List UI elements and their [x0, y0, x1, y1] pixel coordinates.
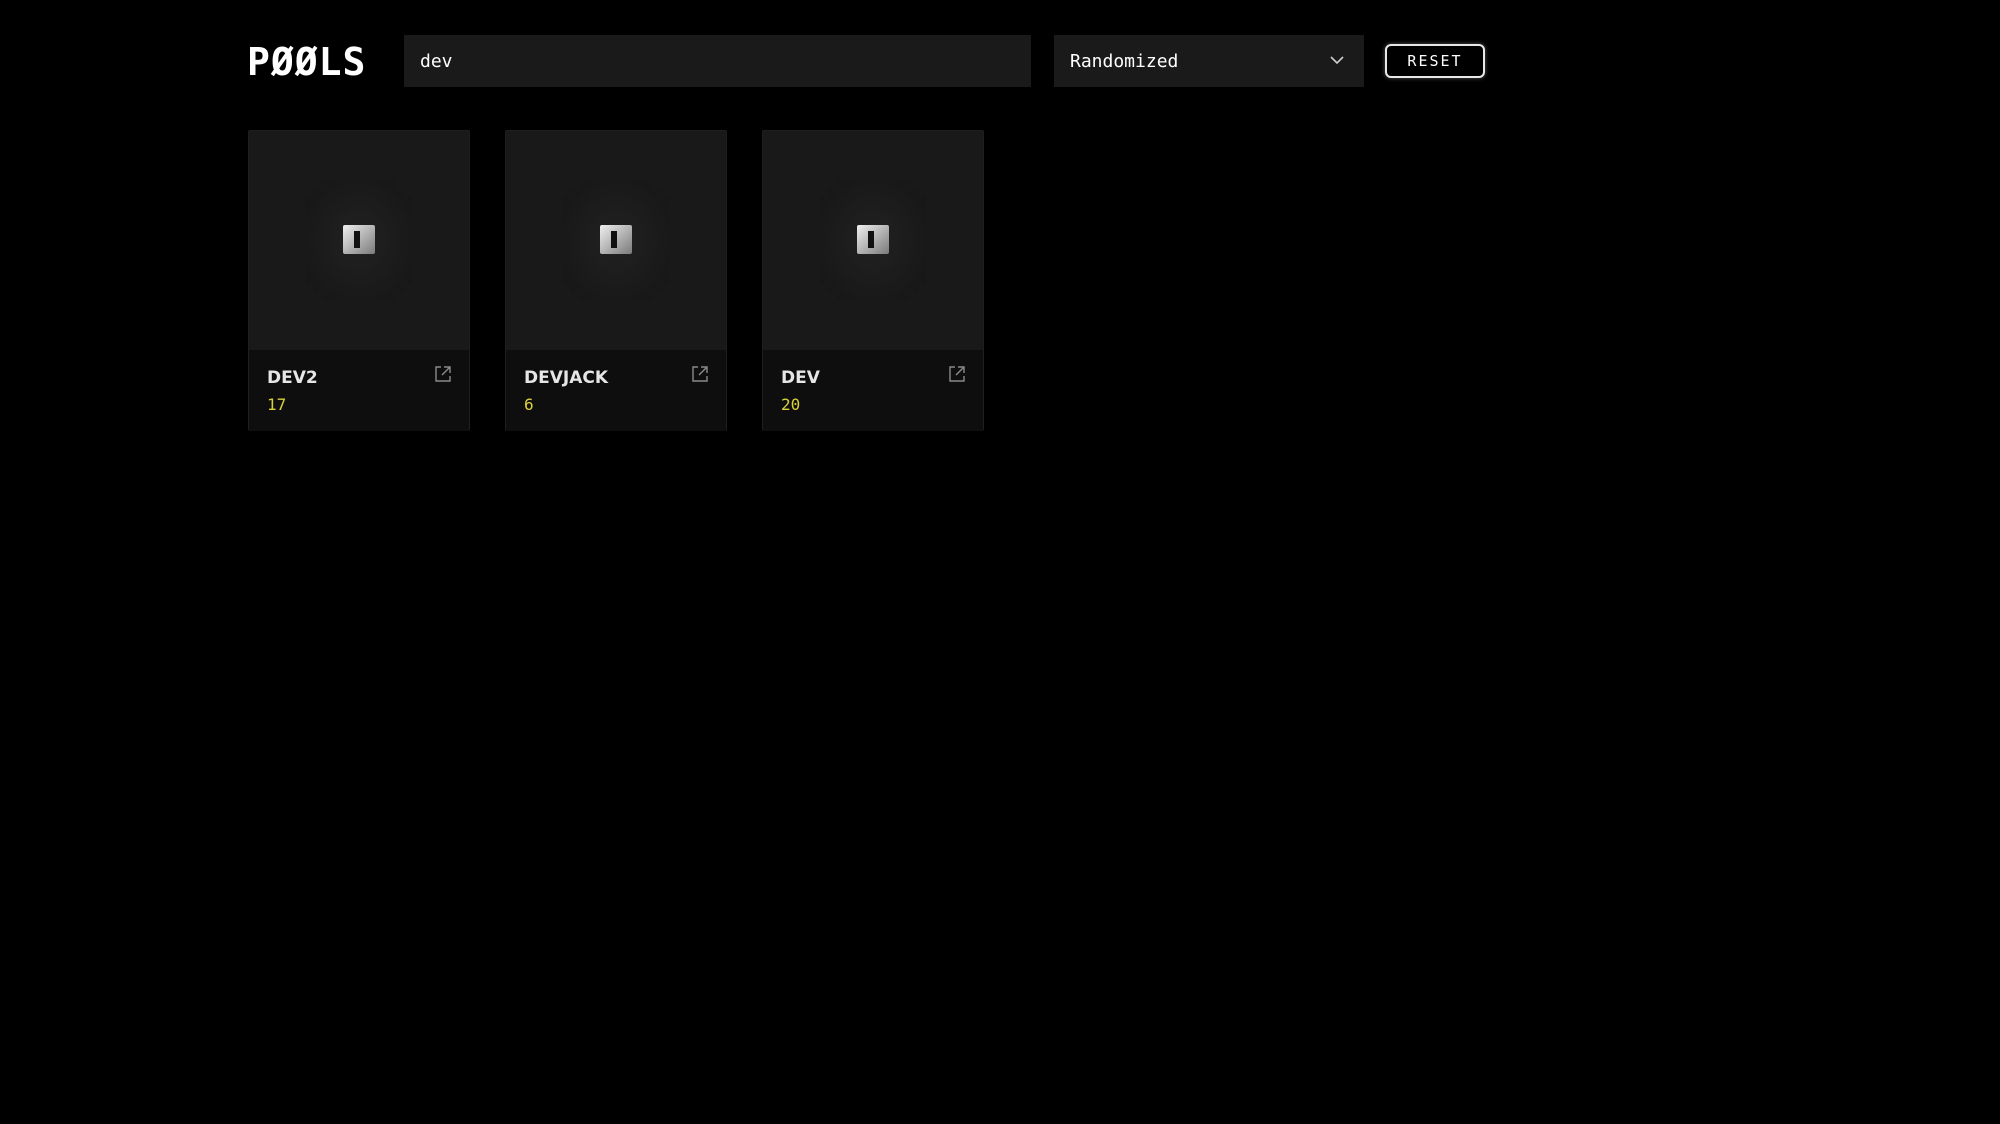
- pool-thumbnail: [506, 131, 726, 350]
- pool-name: DEV: [781, 368, 820, 388]
- logo[interactable]: PØØLS: [247, 38, 366, 86]
- sort-select[interactable]: Randomized: [1054, 35, 1364, 87]
- pool-name: DEVJACK: [524, 368, 609, 388]
- reset-button[interactable]: RESET: [1385, 44, 1485, 78]
- pool-count: 20: [781, 395, 801, 414]
- pool-count: 6: [524, 395, 534, 414]
- pool-card-footer: DEVJACK 6: [506, 350, 726, 431]
- pool-logo-icon: [506, 131, 726, 350]
- external-link-icon[interactable]: [433, 364, 453, 384]
- pool-card[interactable]: DEV 20: [762, 130, 984, 431]
- pool-count: 17: [267, 395, 287, 414]
- sort-select-value: Randomized: [1070, 50, 1179, 72]
- pools-page: PØØLS Randomized RESET: [0, 0, 2000, 1124]
- pool-card[interactable]: DEVJACK 6: [505, 130, 727, 431]
- chevron-down-icon: [1330, 56, 1344, 65]
- pool-thumbnail: [763, 131, 983, 350]
- pool-name: DEV2: [267, 368, 318, 388]
- pool-card-footer: DEV2 17: [249, 350, 469, 431]
- pool-logo-icon: [249, 131, 469, 350]
- external-link-icon[interactable]: [690, 364, 710, 384]
- pool-card[interactable]: DEV2 17: [248, 130, 470, 431]
- external-link-icon[interactable]: [947, 364, 967, 384]
- pool-thumbnail: [249, 131, 469, 350]
- pool-card-footer: DEV 20: [763, 350, 983, 431]
- search-input[interactable]: [404, 35, 1031, 87]
- pool-logo-icon: [763, 131, 983, 350]
